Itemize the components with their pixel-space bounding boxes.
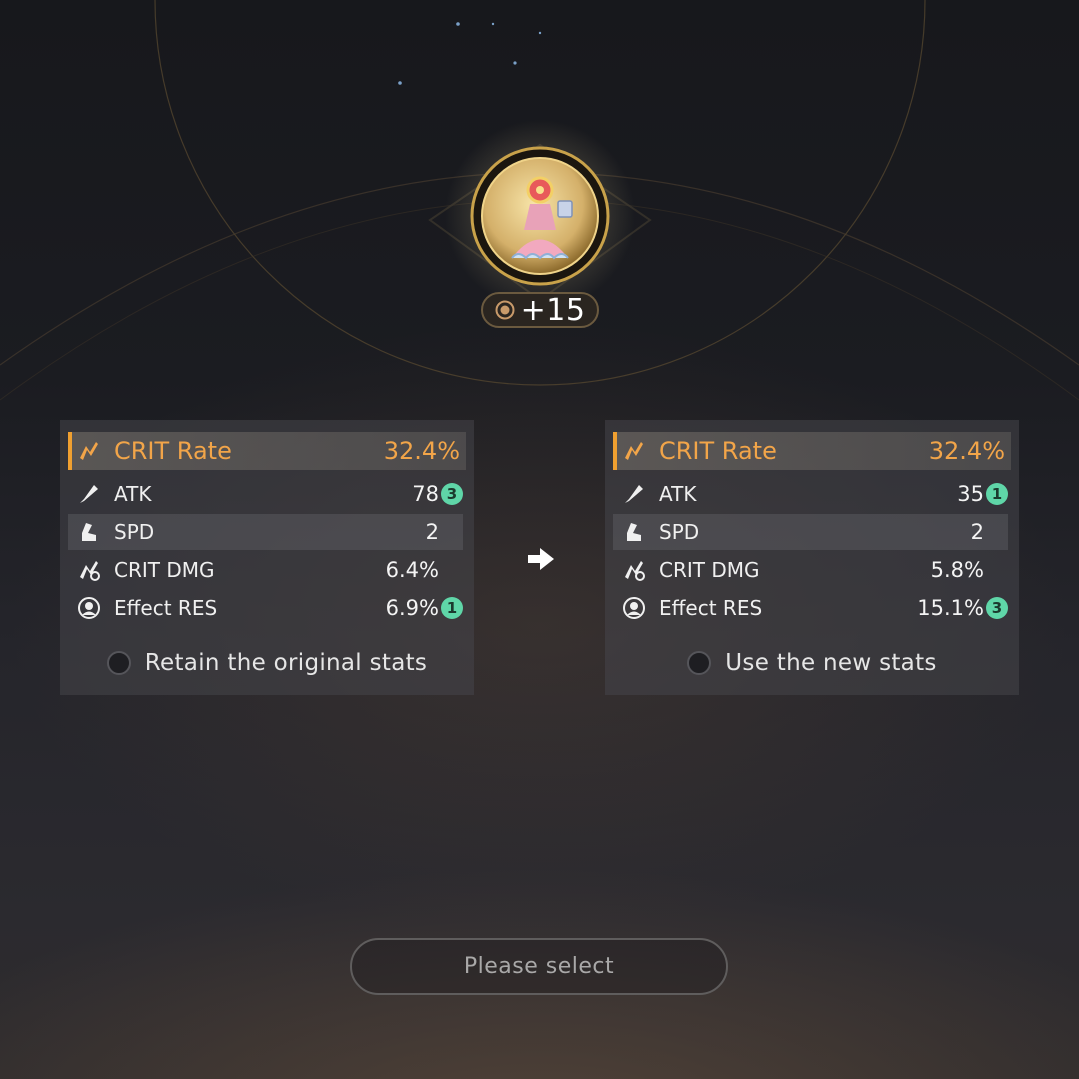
use-new-option[interactable]: Use the new stats [605,650,1019,676]
sub-stat-value: 2 [970,520,984,544]
sub-stat-value: 2 [425,520,439,544]
spd-icon [82,523,96,541]
crit-dmg-icon [625,561,645,581]
main-stat-name: CRIT Rate [659,437,777,465]
atk-icon [80,485,98,503]
sub-stat-row: SPD 2 [613,514,1008,550]
roll-count-badge: 1 [986,483,1008,505]
use-new-label: Use the new stats [725,650,937,676]
relic-frame [470,146,610,286]
sub-stat-row: ATK 78 3 [68,476,463,512]
please-select-label: Please select [463,954,615,979]
sub-stat-row: ATK 35 1 [613,476,1008,512]
sub-stat-row: SPD 2 [68,514,463,550]
arrow-right-icon [528,548,554,570]
sub-stat-name: SPD [114,520,155,544]
crit-rate-icon [80,442,98,460]
main-stat-row: CRIT Rate 32.4% [613,432,1011,470]
relic-level-badge: +15 [481,292,599,328]
sub-stat-row: CRIT DMG 5.8% [613,552,1008,588]
relic-level: +15 [520,292,586,328]
sub-stat-value: 35 [957,482,984,506]
sub-stat-value: 6.9% [385,596,439,620]
sub-stat-value: 6.4% [385,558,439,582]
original-stats-panel[interactable]: CRIT Rate 32.4% ATK 78 3 SPD 2 CRIT DMG … [60,420,474,695]
main-stat-row: CRIT Rate 32.4% [68,432,466,470]
retain-original-radio[interactable] [106,651,131,675]
sub-stat-name: Effect RES [659,596,763,620]
sub-stat-name: Effect RES [114,596,218,620]
sub-stat-value: 5.8% [930,558,984,582]
effect-res-icon [623,597,645,619]
effect-res-icon [78,597,100,619]
sub-stat-name: SPD [659,520,700,544]
sub-stat-value: 78 [412,482,439,506]
roll-count-badge: 1 [441,597,463,619]
sub-stat-name: CRIT DMG [659,558,760,582]
new-stats-panel[interactable]: CRIT Rate 32.4% ATK 35 1 SPD 2 CRIT DMG … [605,420,1019,695]
roll-count-badge: 3 [441,483,463,505]
sub-stat-name: CRIT DMG [114,558,215,582]
use-new-radio[interactable] [687,651,712,675]
atk-icon [625,485,643,503]
sub-stat-row: CRIT DMG 6.4% [68,552,463,588]
relic-dress-icon [470,146,610,286]
relic-level-icon [495,300,515,320]
main-stat-name: CRIT Rate [114,437,232,465]
main-stat-value: 32.4% [383,437,460,465]
sub-stat-row: Effect RES 6.9% 1 [68,590,463,626]
main-stat-value: 32.4% [928,437,1005,465]
sub-stat-name: ATK [659,482,697,506]
sub-stat-row: Effect RES 15.1% 3 [613,590,1008,626]
retain-original-option[interactable]: Retain the original stats [60,650,474,676]
sub-stat-name: ATK [114,482,152,506]
roll-count-badge: 3 [986,597,1008,619]
please-select-button[interactable]: Please select [350,938,728,995]
sub-stat-value: 15.1% [917,596,984,620]
crit-rate-icon [625,442,643,460]
spd-icon [627,523,641,541]
retain-original-label: Retain the original stats [144,650,428,676]
crit-dmg-icon [80,561,100,581]
